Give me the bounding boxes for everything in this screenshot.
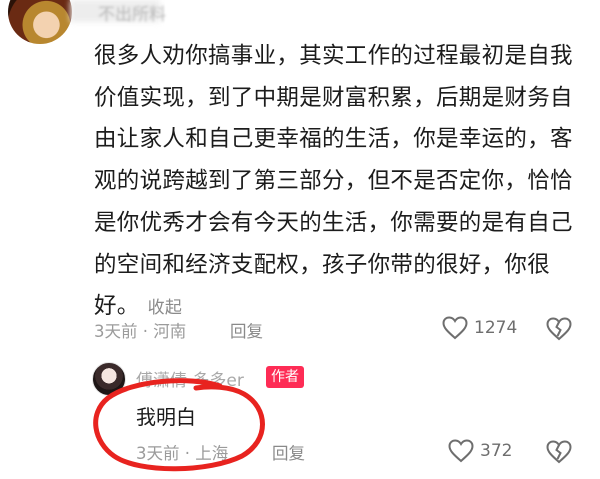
dislike-button[interactable]	[546, 317, 572, 345]
author-badge: 作者	[266, 366, 304, 388]
like-button[interactable]: 1274	[442, 316, 517, 340]
like-count: 1274	[474, 318, 518, 338]
collapse-link[interactable]: 收起	[148, 298, 183, 318]
reply-reply-button[interactable]: 回复	[272, 440, 305, 464]
reply-text: 我明白	[136, 405, 196, 429]
heart-outline-icon	[442, 316, 468, 340]
reply-location: 上海	[195, 444, 229, 463]
commenter-avatar[interactable]	[8, 0, 72, 44]
broken-heart-icon	[546, 317, 572, 341]
comment-location: 河南	[153, 322, 187, 341]
heart-outline-icon	[448, 439, 474, 463]
comment-meta: 3天前 · 河南	[94, 318, 186, 342]
reply-dislike-button[interactable]	[546, 440, 572, 468]
reply-like-button[interactable]: 372	[448, 439, 512, 463]
reply-button[interactable]: 回复	[230, 318, 263, 342]
comment-text: 很多人劝你搞事业，其实工作的过程最初是自我价值实现，到了中期是财富积累，后期是财…	[94, 36, 588, 330]
reply-author-name[interactable]: 傅潇倩 多多er	[136, 366, 244, 391]
commenter-name[interactable]: 不出所料	[98, 0, 166, 25]
comment-body: 很多人劝你搞事业，其实工作的过程最初是自我价值实现，到了中期是财富积累，后期是财…	[94, 43, 573, 320]
meta-separator: ·	[184, 444, 196, 463]
meta-separator: ·	[142, 322, 154, 341]
broken-heart-icon	[546, 440, 572, 464]
reply-avatar[interactable]	[92, 362, 126, 396]
reply-like-count: 372	[480, 441, 513, 461]
comment-time: 3天前	[94, 322, 138, 341]
reply-meta: 3天前 · 上海	[136, 440, 228, 464]
reply-time: 3天前	[136, 444, 180, 463]
